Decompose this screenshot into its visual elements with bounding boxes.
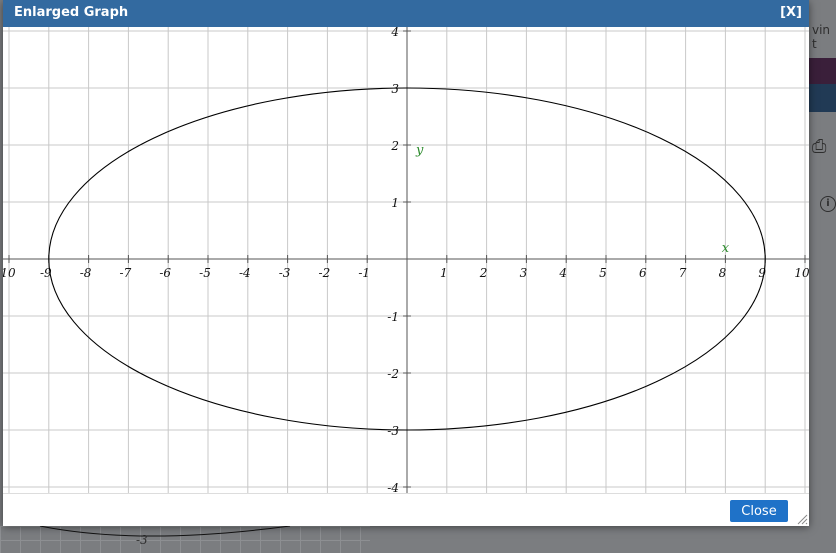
print-icon: ⎙ [812,136,827,157]
dialog-footer: Close [3,493,809,526]
x-tick-label: 2 [479,266,488,280]
x-tick-label: -3 [279,266,291,280]
x-tick-label: -10 [3,266,16,280]
x-tick-label: -2 [319,266,331,280]
y-tick-label: 3 [391,82,399,96]
info-icon: i [820,196,836,212]
x-tick-label: 1 [440,266,448,280]
dialog-titlebar[interactable]: Enlarged Graph [X] [3,0,809,27]
y-tick-label: 2 [390,139,399,153]
y-tick-label: -4 [387,481,399,493]
background-partial-text: vin t [812,23,831,51]
x-tick-label: 10 [794,266,809,280]
graph-canvas[interactable]: -10-9-8-7-6-5-4-3-2-112345678910-4-3-2-1… [3,27,809,493]
x-tick-label: 4 [558,266,567,280]
graph-area[interactable]: -10-9-8-7-6-5-4-3-2-112345678910-4-3-2-1… [3,27,809,493]
y-axis-label: y [415,143,424,158]
x-tick-label: -1 [358,266,370,280]
x-tick-label: -4 [239,266,251,280]
background-ellipse-fragment [39,526,291,537]
x-tick-label: -6 [159,266,171,280]
x-tick-label: -8 [80,266,92,280]
resize-handle-icon[interactable] [796,513,808,525]
dialog-title: Enlarged Graph [14,5,129,20]
y-tick-label: 1 [391,196,399,210]
x-tick-label: 7 [679,266,687,280]
y-tick-label: -2 [387,367,399,381]
x-tick-label: -5 [199,266,211,280]
y-tick-label: -1 [387,310,399,324]
y-tick-label: 4 [390,27,399,39]
x-tick-label: 5 [599,266,607,280]
x-tick-label: -7 [120,266,132,280]
y-tick-label: -3 [387,424,399,438]
enlarged-graph-dialog: Enlarged Graph [X] -10-9-8-7-6-5-4-3-2-1… [3,0,809,526]
close-button[interactable]: Close [730,500,788,522]
x-axis-label: x [722,241,730,256]
x-tick-label: 6 [639,266,647,280]
x-tick-label: 3 [520,266,528,280]
close-x-button[interactable]: [X] [780,5,802,20]
x-tick-label: 8 [719,266,727,280]
background-tick-label: -3 [136,533,148,547]
